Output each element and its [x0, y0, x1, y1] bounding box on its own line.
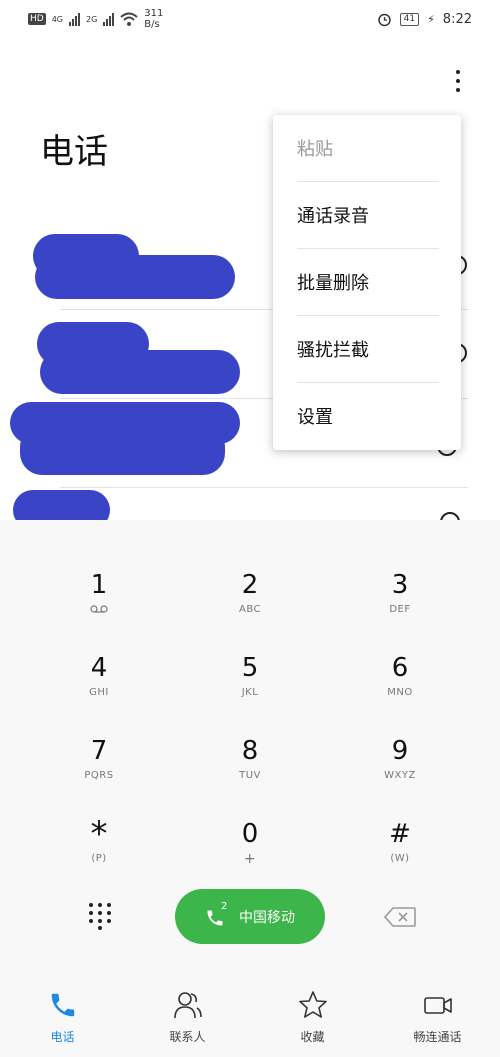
status-right: 41 ⚡ 8:22 — [377, 12, 472, 27]
dial-key-1[interactable]: 1 — [24, 558, 174, 634]
contacts-icon — [174, 992, 202, 1019]
signal-icon-2 — [103, 12, 115, 26]
network-4g: 4G — [51, 14, 63, 24]
charging-icon: ⚡ — [427, 13, 435, 26]
key-digit: * — [90, 814, 108, 854]
key-letters: PQRS — [84, 770, 114, 781]
menu-item-harassment-block[interactable]: 骚扰拦截 — [297, 316, 439, 382]
dial-key-7[interactable]: 7 PQRS — [24, 724, 174, 800]
dial-key-5[interactable]: 5 JKL — [175, 641, 325, 717]
star-icon — [299, 991, 327, 1018]
key-digit: 0 — [241, 819, 259, 849]
dial-key-8[interactable]: 8 TUV — [175, 724, 325, 800]
status-left: HD 4G 2G 311 B/s — [28, 8, 163, 30]
nav-label-phone: 电话 — [50, 1030, 75, 1044]
menu-item-settings[interactable]: 设置 — [297, 383, 439, 449]
wifi-icon — [120, 12, 138, 26]
key-digit: # — [389, 819, 411, 849]
carrier-label: 中国移动 — [239, 909, 295, 926]
nav-contacts[interactable]: 联系人 — [125, 980, 250, 1057]
phone-sim-icon: 2 — [205, 901, 231, 929]
call-log-divider — [60, 487, 468, 488]
net-speed: 311 B/s — [144, 8, 163, 30]
key-letters: + — [243, 851, 257, 867]
nav-phone[interactable]: 电话 — [0, 980, 125, 1057]
dial-key-hash[interactable]: # (W) — [325, 807, 475, 883]
call-button[interactable]: 2 中国移动 — [175, 889, 325, 944]
key-digit: 8 — [241, 736, 259, 766]
video-call-icon — [424, 997, 452, 1014]
backspace-icon[interactable] — [384, 907, 416, 927]
menu-item-call-recording[interactable]: 通话录音 — [297, 182, 439, 248]
key-letters: TUV — [239, 770, 261, 781]
clock: 8:22 — [442, 12, 472, 27]
menu-item-paste[interactable]: 粘贴 — [297, 115, 439, 181]
key-letters: ABC — [238, 604, 261, 615]
nav-label-video-call: 畅连通话 — [413, 1030, 462, 1044]
nav-label-contacts: 联系人 — [169, 1030, 206, 1044]
redaction-mark — [40, 350, 240, 394]
key-digit: 9 — [391, 736, 409, 766]
key-letters: (W) — [390, 853, 410, 864]
redaction-mark — [35, 255, 235, 299]
nav-video-call[interactable]: 畅连通话 — [375, 980, 500, 1057]
key-digit: 2 — [241, 570, 259, 600]
key-letters: MNO — [387, 687, 413, 698]
dial-key-2[interactable]: 2 ABC — [175, 558, 325, 634]
dial-key-4[interactable]: 4 GHI — [24, 641, 174, 717]
key-digit: 1 — [90, 570, 108, 600]
dial-key-9[interactable]: 9 WXYZ — [325, 724, 475, 800]
nav-favorites[interactable]: 收藏 — [250, 980, 375, 1057]
nav-label-favorites: 收藏 — [300, 1030, 325, 1044]
signal-icon — [69, 12, 80, 26]
more-vert-icon[interactable] — [450, 66, 466, 96]
key-digit: 6 — [391, 653, 409, 683]
dialpad-toggle-icon[interactable] — [89, 903, 111, 930]
dial-key-3[interactable]: 3 DEF — [325, 558, 475, 634]
sim-number: 2 — [221, 900, 228, 912]
page-title: 电话 — [40, 132, 108, 172]
key-letters: (P) — [91, 853, 107, 864]
alarm-icon — [377, 13, 391, 27]
key-digit: 7 — [90, 736, 108, 766]
phone-icon — [51, 993, 75, 1017]
speed-unit: B/s — [144, 19, 160, 30]
hd-badge: HD — [28, 13, 46, 25]
key-digit: 5 — [241, 653, 259, 683]
dial-key-0[interactable]: 0 + — [175, 807, 325, 883]
menu-item-batch-delete[interactable]: 批量删除 — [297, 249, 439, 315]
key-letters: JKL — [241, 687, 259, 698]
battery-icon: 41 — [399, 13, 420, 26]
key-letters: WXYZ — [384, 770, 416, 781]
key-letters: GHI — [89, 687, 109, 698]
network-2g: 2G — [86, 14, 98, 24]
voicemail-icon — [90, 605, 108, 613]
dial-key-star[interactable]: * (P) — [24, 807, 174, 883]
key-digit: 4 — [90, 653, 108, 683]
status-bar: HD 4G 2G 311 B/s 41 ⚡ 8:22 — [0, 0, 500, 40]
speed-value: 311 — [144, 8, 164, 19]
overflow-menu: 粘贴 通话录音 批量删除 骚扰拦截 设置 — [273, 115, 461, 450]
key-letters: DEF — [389, 604, 411, 615]
key-digit: 3 — [391, 570, 409, 600]
redaction-mark — [20, 425, 225, 475]
dial-key-6[interactable]: 6 MNO — [325, 641, 475, 717]
bottom-nav: 电话 联系人 收藏 畅连通话 — [0, 980, 500, 1057]
